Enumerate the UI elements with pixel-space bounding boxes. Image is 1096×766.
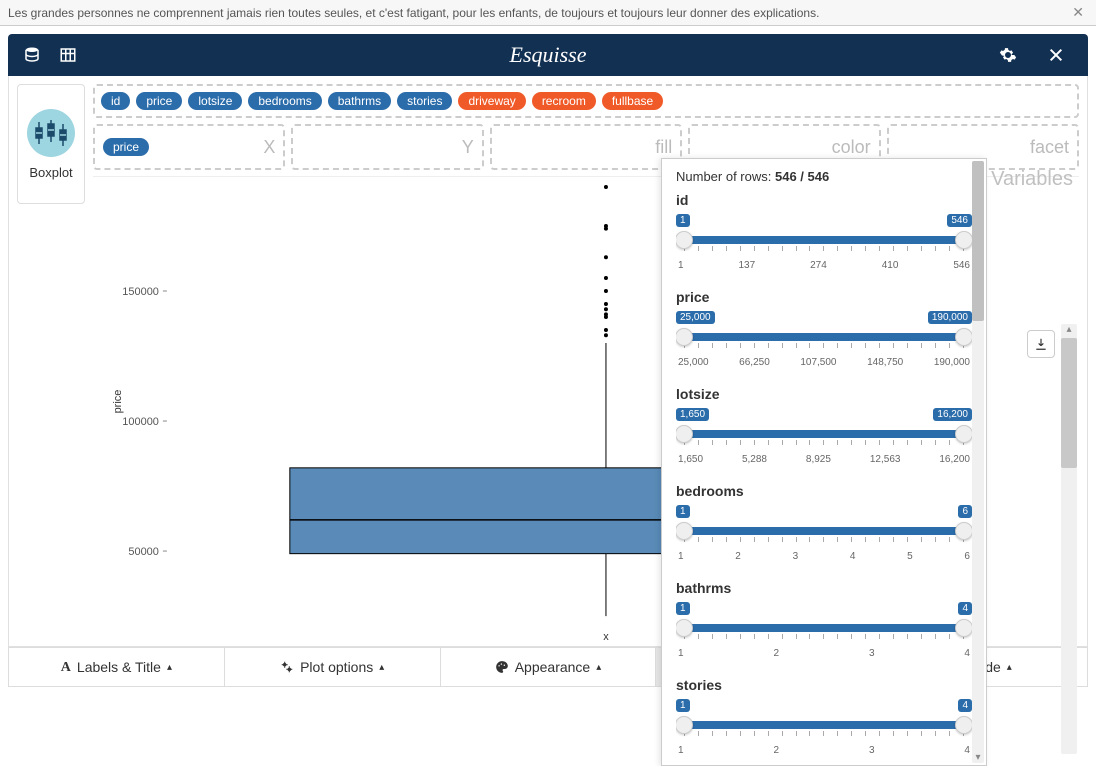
slider-handle-max[interactable] bbox=[955, 522, 972, 540]
plot-scrollbar[interactable]: ▴ bbox=[1061, 324, 1077, 754]
variable-pill-bedrooms[interactable]: bedrooms bbox=[248, 92, 321, 110]
svg-text:100000: 100000 bbox=[122, 416, 159, 428]
variable-pill-stories[interactable]: stories bbox=[397, 92, 452, 110]
rows-count: Number of rows: 546 / 546 bbox=[676, 169, 972, 184]
slider-price[interactable]: 25,000190,00025,00066,250107,500148,7501… bbox=[676, 311, 972, 368]
data-source-icon[interactable] bbox=[18, 41, 46, 69]
svg-text:x: x bbox=[603, 631, 609, 643]
filter-title: stories bbox=[676, 677, 972, 693]
slider-handle-max[interactable] bbox=[955, 425, 972, 443]
slider-bathrms[interactable]: 141234 bbox=[676, 602, 972, 659]
app-title: Esquisse bbox=[510, 42, 587, 68]
caret-up-icon: ▴ bbox=[167, 662, 172, 673]
svg-text:150000: 150000 bbox=[122, 286, 159, 298]
slider-handle-max[interactable] bbox=[955, 619, 972, 637]
variable-pill-bathrms[interactable]: bathrms bbox=[328, 92, 391, 110]
dropzone-x[interactable]: price X bbox=[93, 124, 285, 170]
slider-lotsize[interactable]: 1,65016,2001,6505,2888,92512,56316,200 bbox=[676, 408, 972, 465]
banner-text: Les grandes personnes ne comprennent jam… bbox=[8, 6, 819, 20]
tab-appearance[interactable]: Appearance▴ bbox=[441, 648, 657, 686]
filter-lotsize: lotsize 1,65016,2001,6505,2888,92512,5631… bbox=[676, 386, 972, 465]
palette-icon bbox=[495, 660, 509, 674]
slider-stories[interactable]: 141234 bbox=[676, 699, 972, 755]
slider-bedrooms[interactable]: 16123456 bbox=[676, 505, 972, 562]
gears-icon bbox=[280, 660, 294, 674]
caret-up-icon: ▴ bbox=[596, 662, 601, 673]
download-button[interactable] bbox=[1027, 330, 1055, 358]
variable-pill-id[interactable]: id bbox=[101, 92, 130, 110]
svg-text:price: price bbox=[112, 390, 124, 414]
filter-bedrooms: bedrooms 16123456 bbox=[676, 483, 972, 562]
dropzone-y[interactable]: Y bbox=[291, 124, 483, 170]
tab-labels-title[interactable]: ALabels & Title▴ bbox=[9, 648, 225, 686]
x-pill[interactable]: price bbox=[103, 138, 149, 156]
variable-pill-price[interactable]: price bbox=[136, 92, 182, 110]
variable-pill-lotsize[interactable]: lotsize bbox=[188, 92, 242, 110]
dropzone-x-label: X bbox=[263, 137, 275, 158]
settings-icon[interactable] bbox=[994, 41, 1022, 69]
caret-up-icon: ▴ bbox=[1007, 662, 1012, 673]
filter-title: lotsize bbox=[676, 386, 972, 402]
filter-stories: stories 141234 bbox=[676, 677, 972, 755]
variable-pill-recroom[interactable]: recroom bbox=[532, 92, 596, 110]
tab-plot-options[interactable]: Plot options▴ bbox=[225, 648, 441, 686]
filter-title: price bbox=[676, 289, 972, 305]
slider-handle-max[interactable] bbox=[955, 716, 972, 734]
panel-scrollbar[interactable]: ▾ bbox=[972, 161, 984, 763]
slider-id[interactable]: 15461137274410546 bbox=[676, 214, 972, 271]
svg-text:50000: 50000 bbox=[128, 546, 159, 558]
dropzone-fill[interactable]: fill bbox=[490, 124, 682, 170]
variable-pills-row[interactable]: idprice lotsize bedrooms bathrms stories driv… bbox=[93, 84, 1079, 118]
filter-bathrms: bathrms 141234 bbox=[676, 580, 972, 659]
geom-label: Boxplot bbox=[29, 165, 72, 180]
app-header: Esquisse bbox=[8, 34, 1088, 76]
filter-title: bathrms bbox=[676, 580, 972, 596]
filter-title: id bbox=[676, 192, 972, 208]
boxplot-geom-icon bbox=[27, 109, 75, 157]
variable-pill-fullbase[interactable]: fullbase bbox=[602, 92, 663, 110]
filter-id: id 15461137274410546 bbox=[676, 192, 972, 271]
filter-price: price 25,000190,00025,00066,250107,500148… bbox=[676, 289, 972, 368]
slider-handle-max[interactable] bbox=[955, 231, 972, 249]
filter-title: bedrooms bbox=[676, 483, 972, 499]
geom-selector[interactable]: Boxplot bbox=[17, 84, 85, 204]
A-icon: A bbox=[61, 658, 71, 676]
close-app-icon[interactable] bbox=[1042, 41, 1070, 69]
banner-close-icon[interactable]: ✕ bbox=[1068, 4, 1088, 21]
caret-up-icon: ▴ bbox=[379, 662, 384, 673]
data-filter-panel: Number of rows: 546 / 546 id 154611372744… bbox=[661, 158, 987, 766]
table-icon[interactable] bbox=[54, 41, 82, 69]
variables-panel-label: Variables bbox=[991, 168, 1073, 191]
variable-pill-driveway[interactable]: driveway bbox=[458, 92, 525, 110]
slider-handle-max[interactable] bbox=[955, 328, 972, 346]
info-banner: Les grandes personnes ne comprennent jam… bbox=[0, 0, 1096, 26]
